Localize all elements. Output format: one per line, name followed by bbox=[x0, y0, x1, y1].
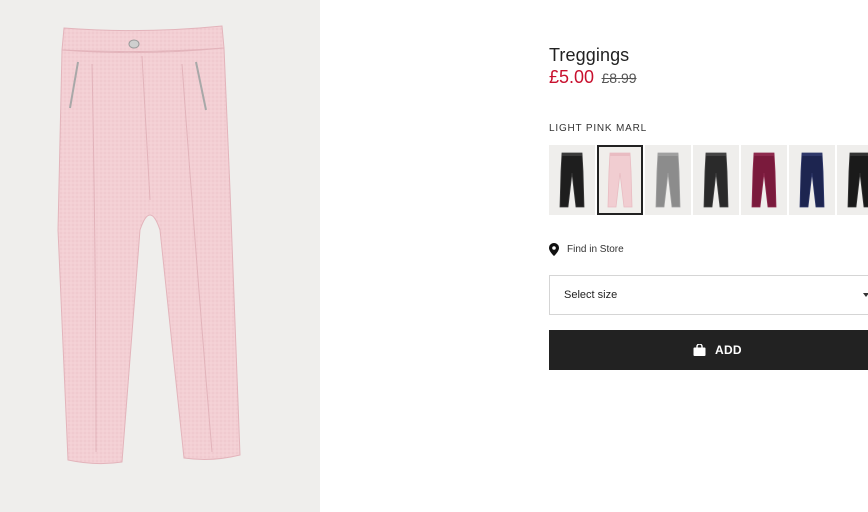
price-row: £5.00 £8.99 bbox=[549, 67, 637, 88]
color-swatches bbox=[549, 145, 868, 217]
find-in-store-label: Find in Store bbox=[567, 244, 624, 255]
find-in-store-link[interactable]: Find in Store bbox=[549, 243, 624, 256]
original-price: £8.99 bbox=[601, 70, 637, 86]
color-swatch-4[interactable] bbox=[693, 145, 739, 215]
swatch-thumbnail bbox=[751, 152, 777, 208]
size-select[interactable]: Select size bbox=[549, 275, 868, 315]
color-swatch-1[interactable] bbox=[549, 145, 595, 215]
color-swatch-2[interactable] bbox=[597, 145, 643, 215]
swatch-thumbnail bbox=[607, 152, 633, 208]
add-button-label: ADD bbox=[715, 343, 742, 357]
swatch-thumbnail bbox=[847, 152, 868, 208]
product-image[interactable] bbox=[0, 0, 320, 512]
swatch-thumbnail bbox=[655, 152, 681, 208]
product-title: Treggings bbox=[549, 45, 630, 65]
location-pin-icon bbox=[549, 243, 559, 256]
pink-treggings-photo bbox=[57, 25, 241, 465]
shopping-bag-icon bbox=[693, 344, 706, 356]
color-swatch-3[interactable] bbox=[645, 145, 691, 215]
swatch-thumbnail bbox=[559, 152, 585, 208]
color-swatch-7[interactable] bbox=[837, 145, 868, 215]
product-details: Treggings £5.00 £8.99 LIGHT PINK MARL Fi… bbox=[549, 0, 868, 512]
color-swatch-5[interactable] bbox=[741, 145, 787, 215]
chevron-down-icon bbox=[863, 293, 868, 297]
product-page: Treggings £5.00 £8.99 LIGHT PINK MARL Fi… bbox=[0, 0, 868, 512]
swatch-thumbnail bbox=[703, 152, 729, 208]
add-to-bag-button[interactable]: ADD bbox=[549, 330, 868, 370]
size-select-placeholder: Select size bbox=[564, 289, 618, 301]
color-swatch-6[interactable] bbox=[789, 145, 835, 215]
swatch-thumbnail bbox=[799, 152, 825, 208]
selected-color-name: LIGHT PINK MARL bbox=[549, 123, 647, 134]
sale-price: £5.00 bbox=[549, 67, 595, 87]
